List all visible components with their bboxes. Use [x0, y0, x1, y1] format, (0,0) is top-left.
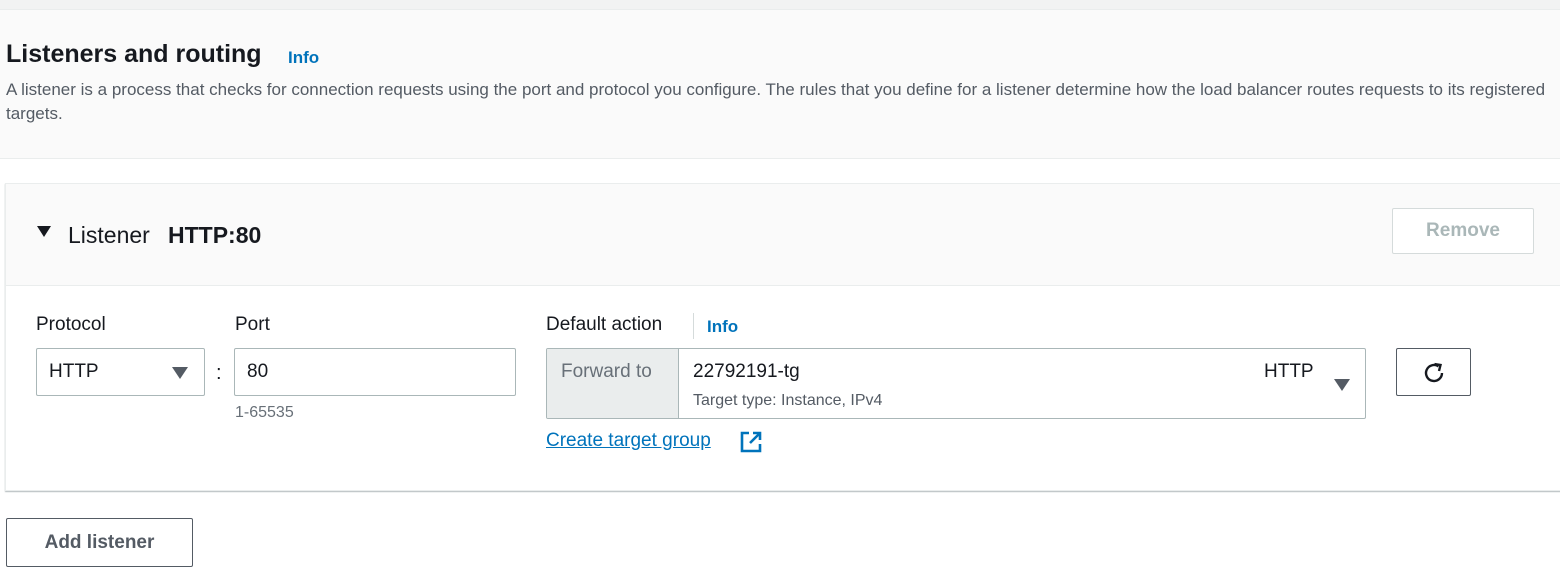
external-link-icon[interactable]: [739, 430, 763, 454]
section-title: Listeners and routing: [6, 40, 262, 68]
target-group-protocol: HTTP: [1264, 361, 1314, 382]
label-divider: [693, 313, 694, 339]
target-group-select[interactable]: Forward to 22792191-tg Target type: Inst…: [546, 348, 1366, 419]
listener-label: Listener: [68, 222, 150, 248]
port-hint: 1-65535: [235, 404, 294, 421]
target-group-detail: Target type: Instance, IPv4: [693, 392, 883, 409]
default-action-label: Default action: [546, 314, 663, 335]
section-info-link[interactable]: Info: [288, 48, 319, 68]
default-action-info-link[interactable]: Info: [707, 317, 738, 337]
refresh-icon: [1424, 362, 1444, 383]
port-input[interactable]: [234, 348, 516, 396]
forward-to-label: Forward to: [561, 361, 652, 382]
forward-to-segment: Forward to: [547, 349, 679, 418]
triangle-down-icon: [172, 367, 188, 379]
triangle-down-icon: [1334, 379, 1350, 391]
top-strip: [0, 0, 1560, 10]
remove-button[interactable]: Remove: [1392, 208, 1534, 254]
refresh-button[interactable]: [1396, 348, 1471, 396]
caret-down-icon[interactable]: [37, 226, 51, 237]
section-description: A listener is a process that checks for …: [6, 80, 1546, 123]
listener-name: HTTP:80: [168, 222, 262, 248]
add-listener-button[interactable]: Add listener: [6, 518, 193, 567]
protocol-value: HTTP: [49, 361, 99, 382]
protocol-select[interactable]: HTTP: [36, 348, 205, 396]
protocol-label: Protocol: [36, 314, 106, 335]
listener-panel: Listener HTTP:80 Remove: [5, 183, 1560, 491]
listener-header[interactable]: Listener HTTP:80 Remove: [6, 184, 1560, 286]
create-target-group-link[interactable]: Create target group: [546, 430, 711, 452]
port-label: Port: [235, 314, 270, 335]
target-group-name: 22792191-tg: [693, 361, 800, 382]
protocol-port-separator: :: [216, 362, 222, 384]
